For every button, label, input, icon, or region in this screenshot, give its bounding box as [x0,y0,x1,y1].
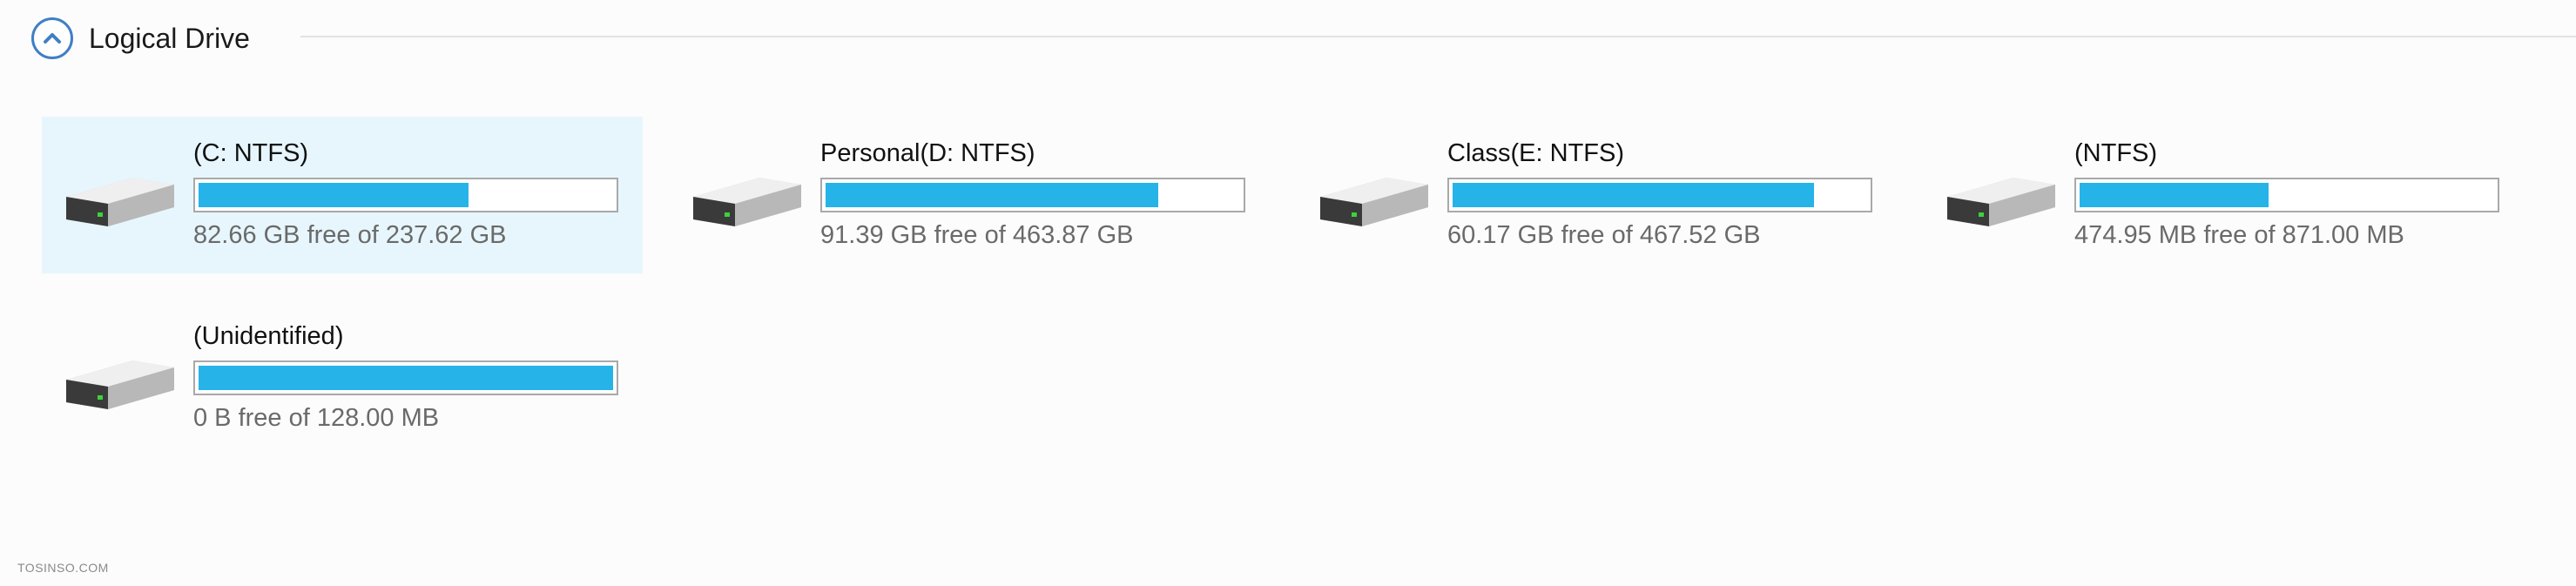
chevron-up-circle-icon[interactable] [31,17,73,59]
usage-bar [820,178,1245,212]
free-space-text: 82.66 GB free of 237.62 GB [193,221,507,249]
free-space-text: 0 B free of 128.00 MB [193,404,440,432]
hard-drive-icon [1320,178,1428,226]
logical-drive-panel: Logical Drive (C: NTFS) 82.66 GB free of… [0,0,2576,586]
usage-bar-fill [826,183,1159,207]
drive-tile-e[interactable]: Class(E: NTFS) 60.17 GB free of 467.52 G… [1296,117,1897,273]
free-space-text: 91.39 GB free of 463.87 GB [820,221,1134,249]
drive-name: (C: NTFS) [193,139,309,167]
usage-bar-fill [2080,183,2269,207]
usage-bar-fill [1453,183,1814,207]
usage-bar-fill [199,366,613,390]
free-space-text: 60.17 GB free of 467.52 GB [1447,221,1761,249]
usage-bar [193,360,618,395]
header-divider [300,36,2576,37]
drive-name: (Unidentified) [193,322,344,350]
usage-bar-fill [199,183,469,207]
drive-tile-d[interactable]: Personal(D: NTFS) 91.39 GB free of 463.8… [669,117,1270,273]
hard-drive-icon [66,360,174,409]
hard-drive-icon [66,178,174,226]
section-header: Logical Drive [31,16,250,61]
hard-drive-icon [693,178,801,226]
drive-name: Class(E: NTFS) [1447,139,1624,167]
usage-bar [193,178,618,212]
drive-tile-c[interactable]: (C: NTFS) 82.66 GB free of 237.62 GB [42,117,643,273]
drive-tile-unidentified[interactable]: (Unidentified) 0 B free of 128.00 MB [42,300,643,456]
section-title: Logical Drive [89,22,250,54]
watermark-text: TOSINSO.COM [17,561,109,575]
free-space-text: 474.95 MB free of 871.00 MB [2074,221,2404,249]
usage-bar [1447,178,1872,212]
drive-name: Personal(D: NTFS) [820,139,1035,167]
drive-name: (NTFS) [2074,139,2158,167]
hard-drive-icon [1947,178,2055,226]
usage-bar [2074,178,2499,212]
drive-tile-ntfs[interactable]: (NTFS) 474.95 MB free of 871.00 MB [1923,117,2524,273]
